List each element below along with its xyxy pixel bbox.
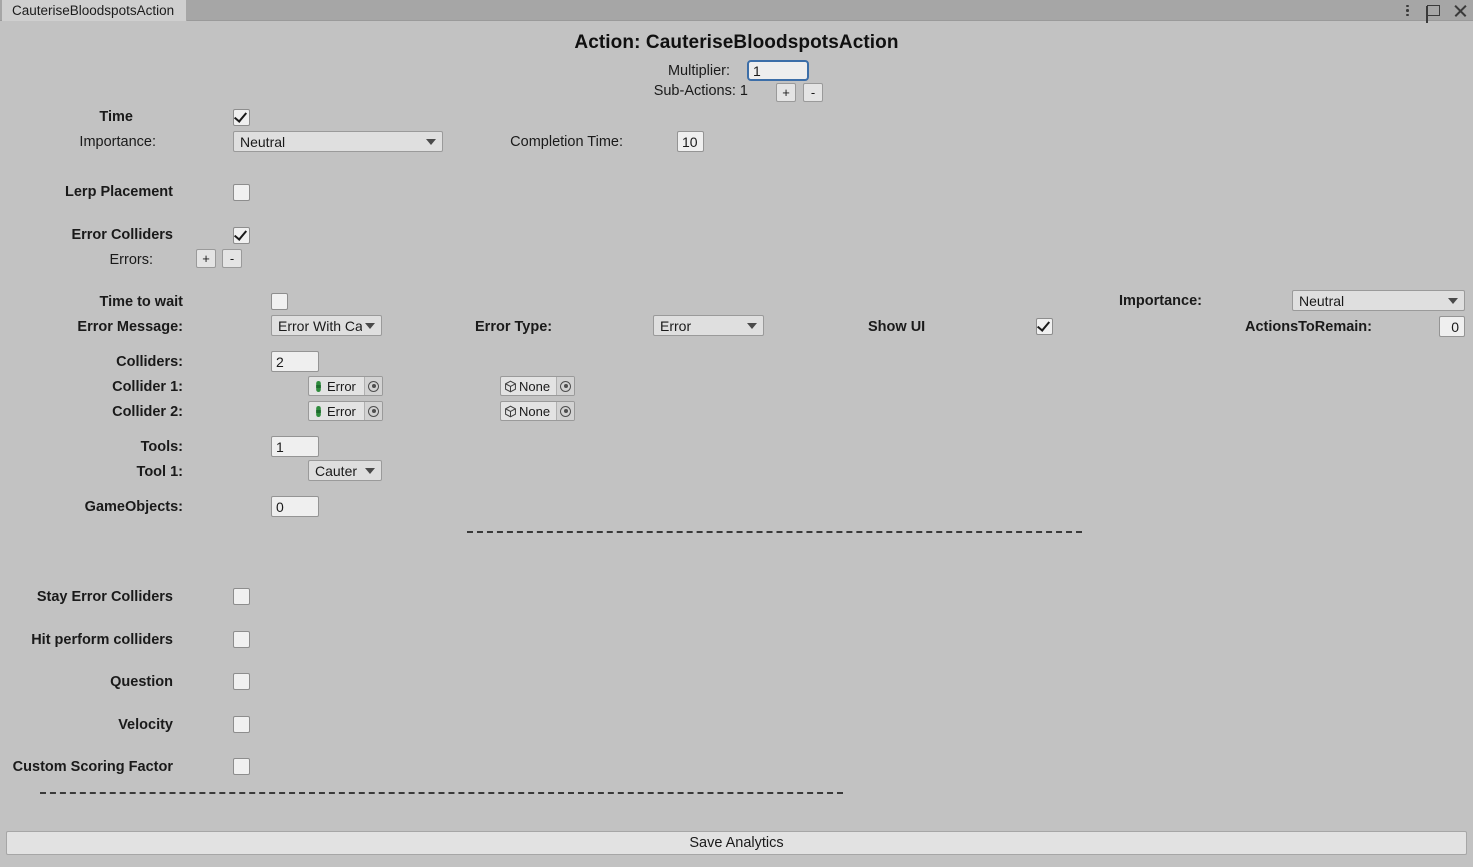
maximize-icon[interactable] <box>1426 3 1441 23</box>
gameobject-cube-icon <box>504 380 517 393</box>
add-error-button[interactable]: + <box>196 249 216 268</box>
footer-separator <box>40 792 843 794</box>
hit-perform-colliders-checkbox[interactable] <box>233 631 250 648</box>
tools-count-input[interactable]: 1 <box>271 436 319 457</box>
errors-label: Errors: <box>109 252 154 268</box>
error-type-label: Error Type: <box>475 319 553 335</box>
lerp-placement-label: Lerp Placement <box>65 184 173 200</box>
collider-1-component-field[interactable]: Error <box>308 376 383 396</box>
custom-scoring-factor-checkbox[interactable] <box>233 758 250 775</box>
collider-2-component-picker-icon[interactable] <box>364 402 382 420</box>
window-controls <box>1400 0 1467 23</box>
error-entry-separator <box>467 531 1082 533</box>
tab-cauterise-bloodspots-action[interactable]: CauteriseBloodspotsAction <box>2 0 188 21</box>
actions-to-remain-input[interactable]: 0 <box>1439 316 1465 337</box>
capsule-collider-icon <box>312 380 325 393</box>
collider-2-component-value: Error <box>327 403 356 419</box>
time-label: Time <box>99 109 133 125</box>
collider-1-object-value: None <box>519 378 551 394</box>
collider-1-component-value: Error <box>327 378 356 394</box>
tool-1-dropdown[interactable]: Cauter <box>308 460 382 481</box>
show-ui-checkbox[interactable] <box>1036 318 1053 335</box>
chevron-down-icon <box>365 467 375 474</box>
gameobjects-label: GameObjects: <box>84 499 183 515</box>
tab-label: CauteriseBloodspotsAction <box>12 3 175 18</box>
hit-perform-colliders-label: Hit perform colliders <box>31 632 173 648</box>
multiplier-input[interactable]: 1 <box>747 60 809 81</box>
show-ui-label: Show UI <box>868 319 926 335</box>
time-to-wait-label: Time to wait <box>99 294 183 310</box>
collider-1-object-field[interactable]: None <box>500 376 575 396</box>
stay-error-colliders-label: Stay Error Colliders <box>36 589 173 605</box>
importance-value: Neutral <box>240 133 286 150</box>
importance-label: Importance: <box>79 134 156 150</box>
importance-dropdown[interactable]: Neutral <box>233 131 443 152</box>
error-message-value: Error With Ca <box>278 317 362 334</box>
actions-to-remain-label: ActionsToRemain: <box>1244 319 1372 335</box>
remove-error-button[interactable]: - <box>222 249 242 268</box>
tool-1-value: Cauter <box>315 462 358 479</box>
collider-2-label: Collider 2: <box>112 404 183 420</box>
colliders-count-input[interactable]: 2 <box>271 351 319 372</box>
chevron-down-icon <box>365 322 375 329</box>
add-subaction-button[interactable]: + <box>776 83 796 102</box>
question-label: Question <box>110 674 173 690</box>
gameobject-cube-icon <box>504 405 517 418</box>
collider-2-object-field[interactable]: None <box>500 401 575 421</box>
completion-time-input[interactable]: 10 <box>677 131 704 152</box>
velocity-checkbox[interactable] <box>233 716 250 733</box>
stay-error-colliders-checkbox[interactable] <box>233 588 250 605</box>
error-type-dropdown[interactable]: Error <box>653 315 764 336</box>
remove-subaction-button[interactable]: - <box>803 83 823 102</box>
collider-1-label: Collider 1: <box>112 379 183 395</box>
tools-label: Tools: <box>140 439 183 455</box>
subactions-label: Sub-Actions: 1 <box>653 83 748 99</box>
kebab-menu-icon[interactable] <box>1400 3 1415 18</box>
error-message-dropdown[interactable]: Error With Ca <box>271 315 382 336</box>
completion-time-label: Completion Time: <box>510 134 623 150</box>
page-title: Action: CauteriseBloodspotsAction <box>574 32 899 53</box>
velocity-label: Velocity <box>118 717 173 733</box>
chevron-down-icon <box>1448 297 1458 304</box>
close-icon[interactable] <box>1452 3 1467 18</box>
gameobjects-count-input[interactable]: 0 <box>271 496 319 517</box>
error-message-label: Error Message: <box>77 319 183 335</box>
collider-2-component-field[interactable]: Error <box>308 401 383 421</box>
lerp-placement-checkbox[interactable] <box>233 184 250 201</box>
chevron-down-icon <box>747 322 757 329</box>
question-checkbox[interactable] <box>233 673 250 690</box>
error-importance-dropdown[interactable]: Neutral <box>1292 290 1465 311</box>
time-to-wait-checkbox[interactable] <box>271 293 288 310</box>
unity-editor-window: CauteriseBloodspotsAction Action: Cauter… <box>0 0 1473 867</box>
colliders-label: Colliders: <box>116 354 183 370</box>
save-analytics-label: Save Analytics <box>689 835 784 851</box>
capsule-collider-icon <box>312 405 325 418</box>
error-colliders-checkbox[interactable] <box>233 227 250 244</box>
save-analytics-button[interactable]: Save Analytics <box>6 831 1467 855</box>
error-type-value: Error <box>660 317 692 334</box>
error-colliders-label: Error Colliders <box>71 227 173 243</box>
custom-scoring-factor-label: Custom Scoring Factor <box>12 759 173 775</box>
time-checkbox[interactable] <box>233 109 250 126</box>
error-importance-value: Neutral <box>1299 292 1345 309</box>
collider-1-object-picker-icon[interactable] <box>556 377 574 395</box>
collider-2-object-picker-icon[interactable] <box>556 402 574 420</box>
window-tabbar: CauteriseBloodspotsAction <box>0 0 1473 23</box>
collider-1-component-picker-icon[interactable] <box>364 377 382 395</box>
collider-2-object-value: None <box>519 403 551 419</box>
error-importance-label: Importance: <box>1119 293 1202 309</box>
multiplier-label: Multiplier: <box>667 63 730 79</box>
tool-1-label: Tool 1: <box>136 464 183 480</box>
